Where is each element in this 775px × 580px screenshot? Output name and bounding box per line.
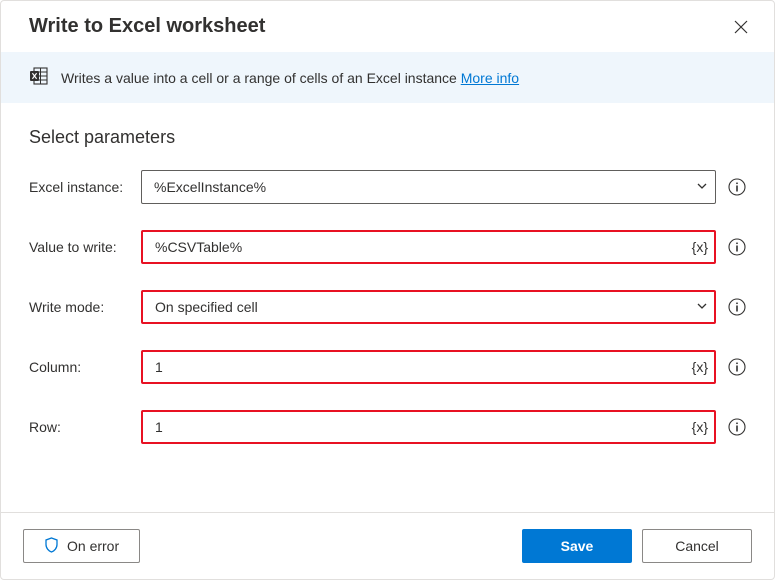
cancel-button[interactable]: Cancel <box>642 529 752 563</box>
banner-text: Writes a value into a cell or a range of… <box>61 70 519 86</box>
column-value: 1 <box>155 359 163 375</box>
excel-icon <box>29 66 49 89</box>
banner-description: Writes a value into a cell or a range of… <box>61 70 457 86</box>
column-label: Column: <box>29 359 141 375</box>
dialog-header: Write to Excel worksheet <box>1 1 774 52</box>
info-icon[interactable] <box>728 238 746 256</box>
close-icon <box>734 20 748 34</box>
info-banner: Writes a value into a cell or a range of… <box>1 52 774 103</box>
field-write-mode: Write mode: On specified cell <box>29 290 746 324</box>
excel-instance-dropdown[interactable]: %ExcelInstance% <box>141 170 716 204</box>
section-title: Select parameters <box>29 127 746 148</box>
write-mode-label: Write mode: <box>29 299 141 315</box>
dialog-footer: On error Save Cancel <box>1 512 774 579</box>
write-to-excel-dialog: Write to Excel worksheet Writes a value … <box>0 0 775 580</box>
write-mode-dropdown[interactable]: On specified cell <box>141 290 716 324</box>
write-mode-value: On specified cell <box>155 299 258 315</box>
shield-icon <box>44 537 59 556</box>
row-input[interactable]: 1 <box>141 410 716 444</box>
column-input[interactable]: 1 <box>141 350 716 384</box>
field-excel-instance: Excel instance: %ExcelInstance% <box>29 170 746 204</box>
excel-instance-value: %ExcelInstance% <box>154 179 266 195</box>
variable-picker-icon[interactable]: {x} <box>692 359 708 375</box>
info-icon[interactable] <box>728 418 746 436</box>
row-label: Row: <box>29 419 141 435</box>
value-to-write-input[interactable]: %CSVTable% <box>141 230 716 264</box>
more-info-link[interactable]: More info <box>461 70 519 86</box>
field-value-to-write: Value to write: %CSVTable% {x} <box>29 230 746 264</box>
field-column: Column: 1 {x} <box>29 350 746 384</box>
save-label: Save <box>561 538 594 554</box>
info-icon[interactable] <box>728 178 746 196</box>
footer-actions: Save Cancel <box>522 529 752 563</box>
dialog-title: Write to Excel worksheet <box>29 15 265 38</box>
on-error-label: On error <box>67 538 119 554</box>
field-row: Row: 1 {x} <box>29 410 746 444</box>
excel-instance-label: Excel instance: <box>29 179 141 195</box>
on-error-button[interactable]: On error <box>23 529 140 563</box>
info-icon[interactable] <box>728 298 746 316</box>
value-to-write-label: Value to write: <box>29 239 141 255</box>
row-value: 1 <box>155 419 163 435</box>
cancel-label: Cancel <box>675 538 719 554</box>
info-icon[interactable] <box>728 358 746 376</box>
dialog-body: Select parameters Excel instance: %Excel… <box>1 103 774 512</box>
variable-picker-icon[interactable]: {x} <box>692 239 708 255</box>
variable-picker-icon[interactable]: {x} <box>692 419 708 435</box>
save-button[interactable]: Save <box>522 529 632 563</box>
value-to-write-value: %CSVTable% <box>155 239 242 255</box>
close-button[interactable] <box>730 16 752 38</box>
